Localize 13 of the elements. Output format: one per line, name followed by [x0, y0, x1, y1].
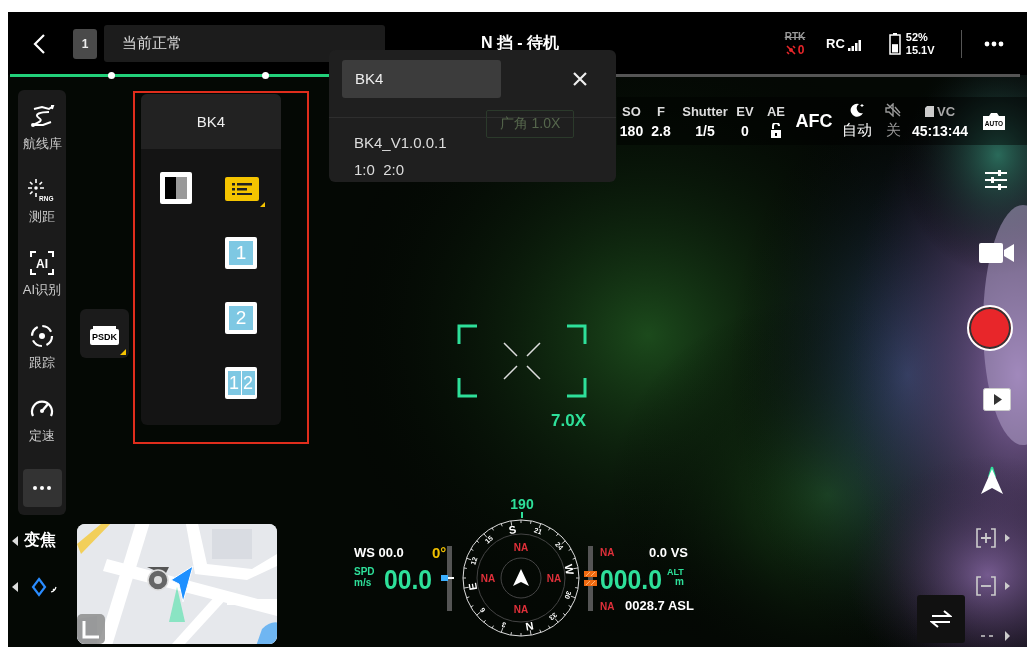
rtk-label: RTK — [784, 30, 806, 42]
rtk-count: 0 — [797, 42, 805, 57]
battery-voltage: 15.1V — [905, 43, 935, 57]
battery-icon — [888, 32, 901, 55]
battery-percent: 52% — [905, 30, 929, 44]
back-icon[interactable] — [32, 31, 48, 56]
signal-icon — [847, 40, 861, 51]
satellite-icon — [785, 44, 796, 55]
rc-label: RC — [826, 36, 845, 51]
mode-title: N 挡 - 待机 — [479, 33, 561, 53]
status-field: 当前正常 — [104, 25, 385, 62]
more-icon[interactable] — [983, 40, 1004, 47]
channel-badge: 1 — [73, 28, 97, 59]
